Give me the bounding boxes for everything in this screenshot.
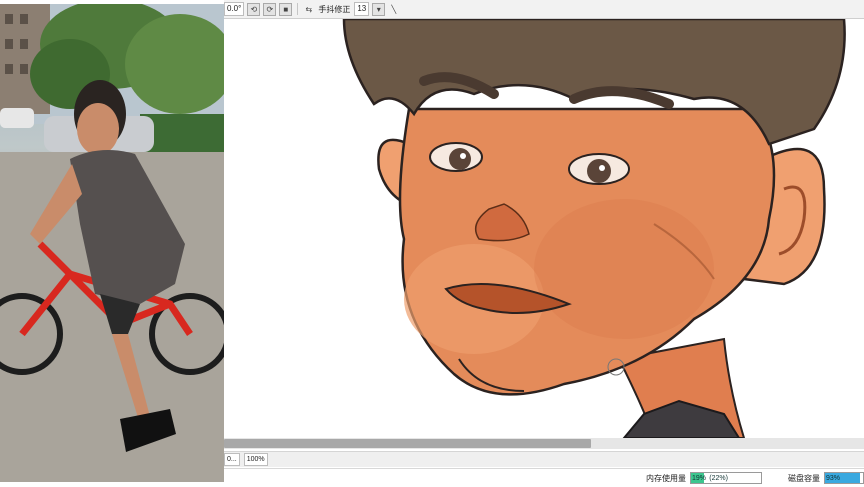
reference-photo <box>0 4 224 482</box>
scrollbar-thumb[interactable] <box>224 439 591 448</box>
memory-usage-label: 内存使用量 <box>646 473 686 483</box>
toolbar-divider <box>297 3 299 15</box>
navigator-bar: 0... 100% <box>224 451 864 467</box>
stabilizer-input[interactable]: 13 <box>354 2 370 16</box>
painting-app: 0.0° ⟲ ⟳ ■ ⇆ 手抖修正 13 ▾ ╲ 0... 100% 内存使用量… <box>224 0 864 487</box>
disk-capacity-label: 磁盘容量 <box>788 473 820 483</box>
disk-capacity-meter: 93% <box>824 472 864 484</box>
flip-horizontal-icon[interactable]: ⇆ <box>303 4 314 15</box>
drawing-canvas[interactable] <box>224 19 864 438</box>
rotate-cw-icon[interactable]: ⟳ <box>263 2 277 16</box>
memory-usage-meter: 19% (22%) <box>690 472 762 484</box>
status-bar: 内存使用量 19% (22%) 磁盘容量 93% <box>224 468 864 487</box>
reset-rotation-icon[interactable]: ■ <box>279 2 293 16</box>
navigator-angle-field[interactable]: 0... <box>224 453 240 466</box>
stabilizer-label: 手抖修正 <box>318 4 351 14</box>
tool-property-bar: 0.0° ⟲ ⟳ ■ ⇆ 手抖修正 13 ▾ ╲ <box>224 0 864 19</box>
disk-capacity-value: 93% <box>826 475 841 482</box>
line-tool-icon[interactable]: ╲ <box>388 4 399 15</box>
angle-field[interactable]: 0.0° <box>224 2 245 16</box>
memory-usage-value: 19% <box>692 475 707 482</box>
stabilizer-dropdown-icon[interactable]: ▾ <box>372 2 386 16</box>
zoom-level-field[interactable]: 100% <box>243 453 268 466</box>
rotate-ccw-icon[interactable]: ⟲ <box>247 2 261 16</box>
horizontal-scrollbar[interactable] <box>224 438 864 449</box>
memory-usage-extra: (22%) <box>709 475 728 482</box>
